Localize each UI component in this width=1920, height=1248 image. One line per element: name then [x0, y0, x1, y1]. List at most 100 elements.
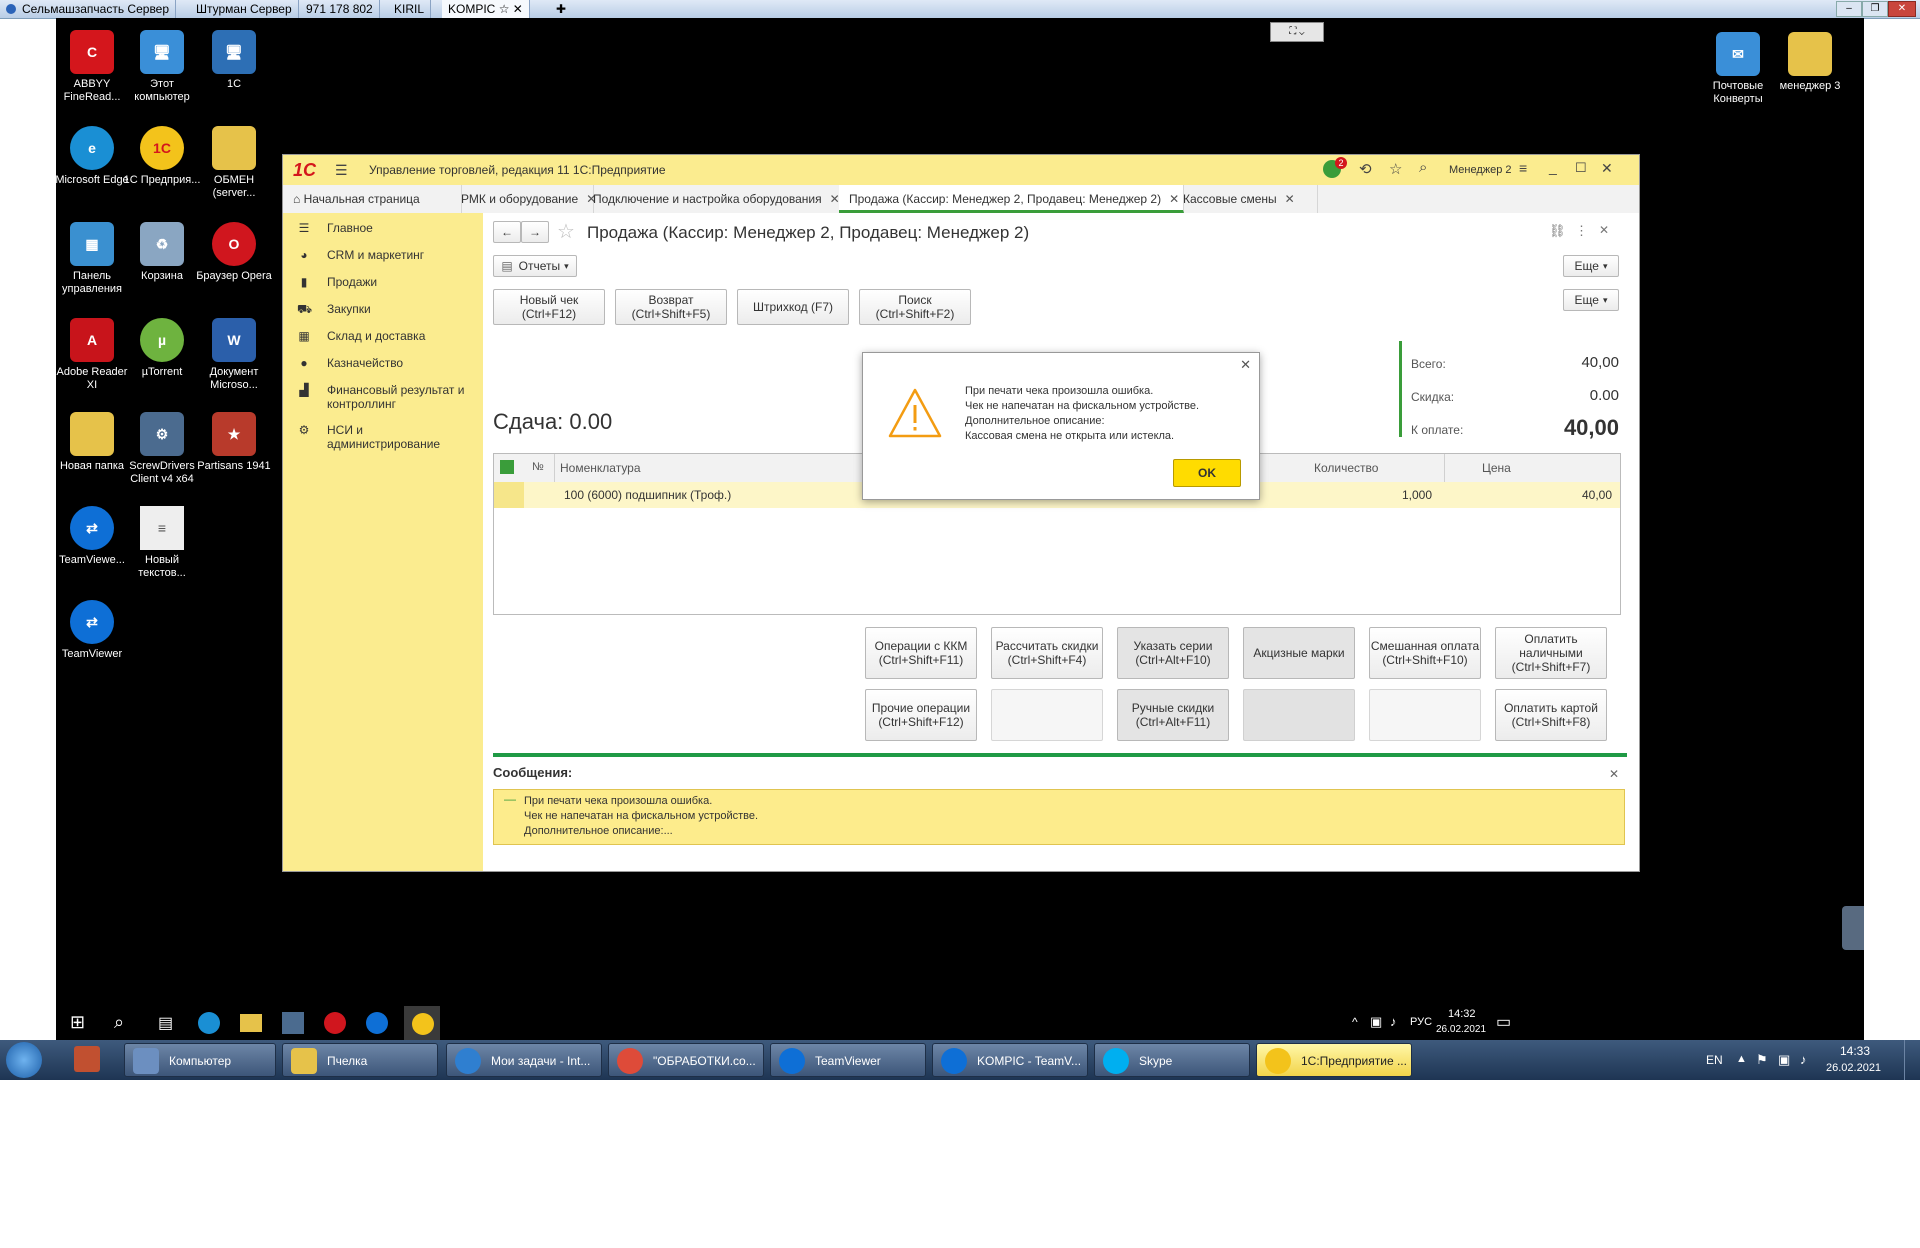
- close-button[interactable]: ✕: [1888, 1, 1916, 17]
- sidebar-item-crm[interactable]: ◕ CRM и маркетинг: [283, 248, 483, 270]
- empty-button[interactable]: [1243, 689, 1355, 741]
- folder-icon[interactable]: [240, 1014, 262, 1032]
- desktop-icon[interactable]: менеджер 3: [1770, 32, 1850, 93]
- teamviewer-icon[interactable]: [366, 1012, 388, 1034]
- sidebar-item-admin[interactable]: ⚙ НСИ и администрирование: [283, 423, 483, 453]
- tab-home[interactable]: ⌂ Начальная страница: [283, 185, 462, 213]
- desktop-icon[interactable]: µ µTorrent: [122, 318, 202, 379]
- kkm-operations-button[interactable]: Операции с ККМ (Ctrl+Shift+F11): [865, 627, 977, 679]
- star-icon[interactable]: ☆: [499, 2, 510, 16]
- tab-cash-shifts[interactable]: Кассовые смены ✕: [1173, 185, 1318, 213]
- current-user[interactable]: Менеджер 2: [1449, 164, 1512, 176]
- more-button[interactable]: Еще ▾: [1563, 255, 1619, 277]
- network-icon[interactable]: ▣: [1778, 1052, 1790, 1068]
- network-icon[interactable]: ▣: [1370, 1014, 1382, 1030]
- column-header-qty[interactable]: Количество: [1314, 461, 1378, 475]
- maximize-button[interactable]: ☐: [1575, 160, 1587, 176]
- sidebar-item-warehouse[interactable]: ▦ Склад и доставка: [283, 329, 483, 351]
- taskbar-item-active[interactable]: 1С:Предприятие ...: [1256, 1043, 1412, 1077]
- manual-discounts-button[interactable]: Ручные скидки (Ctrl+Alt+F11): [1117, 689, 1229, 741]
- local-time[interactable]: 14:33: [1840, 1044, 1870, 1058]
- barcode-button[interactable]: Штрихкод (F7): [737, 289, 849, 325]
- table-settings-icon[interactable]: [500, 460, 514, 474]
- tray-chevron-up-icon[interactable]: ▲: [1736, 1053, 1747, 1065]
- new-tab-button[interactable]: ✚: [550, 0, 572, 18]
- edge-icon[interactable]: [198, 1012, 220, 1034]
- windows-start-orb-icon[interactable]: [6, 1042, 42, 1078]
- specify-series-button[interactable]: Указать серии (Ctrl+Alt+F10): [1117, 627, 1229, 679]
- tab-rmk[interactable]: РМК и оборудование ✕: [451, 185, 596, 213]
- taskbar-item[interactable]: TeamViewer: [770, 1043, 926, 1077]
- desktop-icon[interactable]: C ABBYY FineRead...: [52, 30, 132, 104]
- other-operations-button[interactable]: Прочие операции (Ctrl+Shift+F12): [865, 689, 977, 741]
- tab-sale[interactable]: Продажа (Кассир: Менеджер 2, Продавец: М…: [839, 185, 1184, 213]
- forward-button[interactable]: →: [521, 221, 549, 243]
- more-actions-icon[interactable]: ⋮: [1575, 223, 1588, 239]
- sidebar-item-main[interactable]: ☰ Главное: [283, 221, 483, 243]
- session-tab[interactable]: KIRIL: [388, 0, 432, 18]
- desktop-icon[interactable]: Новая папка: [52, 412, 132, 473]
- link-icon[interactable]: ⛓: [1549, 223, 1566, 239]
- local-lang[interactable]: EN: [1706, 1053, 1723, 1067]
- search-button[interactable]: Поиск (Ctrl+Shift+F2): [859, 289, 971, 325]
- column-header-num[interactable]: №: [532, 461, 544, 473]
- session-tab[interactable]: Сельмашзапчасть Сервер: [0, 0, 177, 18]
- close-form-icon[interactable]: ✕: [1599, 223, 1609, 237]
- settings-icon[interactable]: ≡: [1519, 160, 1527, 176]
- volume-icon[interactable]: ♪: [1390, 1014, 1397, 1029]
- mixed-payment-button[interactable]: Смешанная оплата (Ctrl+Shift+F10): [1369, 627, 1481, 679]
- session-tab-active[interactable]: KOMPIC ☆ ✕: [442, 0, 530, 18]
- column-header-name[interactable]: Номенклатура: [560, 461, 641, 475]
- desktop-icon[interactable]: ★ Partisans 1941: [194, 412, 274, 473]
- history-icon[interactable]: ⟲: [1359, 160, 1372, 178]
- windows-start-icon[interactable]: ⊞: [70, 1012, 85, 1033]
- remote-lang[interactable]: РУС: [1410, 1016, 1432, 1028]
- close-icon[interactable]: ✕: [513, 2, 523, 16]
- session-tab[interactable]: 971 178 802: [300, 0, 380, 18]
- tab-equipment-setup[interactable]: Подключение и настройка оборудования ✕: [583, 185, 850, 213]
- close-button[interactable]: ✕: [1601, 160, 1613, 177]
- calculate-discounts-button[interactable]: Рассчитать скидки (Ctrl+Shift+F4): [991, 627, 1103, 679]
- show-desktop-button[interactable]: [1904, 1040, 1919, 1080]
- taskbar-item[interactable]: KOMPIC - TeamV...: [932, 1043, 1088, 1077]
- sidebar-item-sales[interactable]: ▮ Продажи: [283, 275, 483, 297]
- desktop-icon[interactable]: 🖥 1С: [194, 30, 274, 91]
- new-receipt-button[interactable]: Новый чек (Ctrl+F12): [493, 289, 605, 325]
- taskbar-item[interactable]: Мои задачи - Int...: [446, 1043, 602, 1077]
- return-button[interactable]: Возврат (Ctrl+Shift+F5): [615, 289, 727, 325]
- action-center-icon[interactable]: ⚑: [1756, 1052, 1768, 1068]
- volume-icon[interactable]: ♪: [1800, 1052, 1807, 1067]
- desktop-icon[interactable]: 1С 1С Предприя...: [122, 126, 202, 187]
- media-player-icon[interactable]: [74, 1046, 100, 1072]
- desktop-icon[interactable]: ≡ Новый текстов...: [122, 506, 202, 580]
- favorite-star-icon[interactable]: ☆: [557, 219, 575, 244]
- taskbar-item[interactable]: "ОБРАБОТКИ.co...: [608, 1043, 764, 1077]
- close-dialog-icon[interactable]: ✕: [1240, 357, 1251, 373]
- empty-button[interactable]: [1369, 689, 1481, 741]
- desktop-icon[interactable]: W Документ Microso...: [194, 318, 274, 392]
- notification-center-icon[interactable]: ▭: [1496, 1012, 1511, 1032]
- teamviewer-side-handle[interactable]: [1842, 906, 1864, 950]
- desktop-icon[interactable]: ОБМЕН (server...: [194, 126, 274, 200]
- remote-toolbar-toggle[interactable]: ⛶ ⌄: [1270, 22, 1324, 42]
- minimize-button[interactable]: _: [1549, 159, 1557, 175]
- taskbar-item[interactable]: Пчелка: [282, 1043, 438, 1077]
- remote-time[interactable]: 14:32: [1448, 1008, 1476, 1020]
- desktop-icon[interactable]: ⇄ TeamViewer: [52, 600, 132, 661]
- empty-button[interactable]: [991, 689, 1103, 741]
- maximize-button[interactable]: ❐: [1862, 1, 1888, 17]
- tray-chevron-up-icon[interactable]: ^: [1352, 1015, 1358, 1029]
- favorites-star-icon[interactable]: ☆: [1389, 160, 1402, 178]
- remote-date[interactable]: 26.02.2021: [1436, 1024, 1486, 1035]
- desktop-icon[interactable]: ♻ Корзина: [122, 222, 202, 283]
- close-messages-icon[interactable]: ✕: [1609, 767, 1619, 781]
- desktop-icon[interactable]: ⇄ TeamViewe...: [52, 506, 132, 567]
- search-icon[interactable]: ⌕: [1419, 159, 1427, 176]
- sidebar-item-finance[interactable]: ▟ Финансовый результат и контроллинг: [283, 383, 483, 413]
- desktop-icon[interactable]: 🖥 Этот компьютер: [122, 30, 202, 104]
- reports-button[interactable]: ▤ Отчеты ▾: [493, 255, 577, 277]
- desktop-icon[interactable]: O Браузер Opera: [194, 222, 274, 283]
- pay-cash-button[interactable]: Оплатить наличными (Ctrl+Shift+F7): [1495, 627, 1607, 679]
- sidebar-item-purchases[interactable]: ⛟ Закупки: [283, 302, 483, 324]
- sidebar-item-treasury[interactable]: ● Казначейство: [283, 356, 483, 378]
